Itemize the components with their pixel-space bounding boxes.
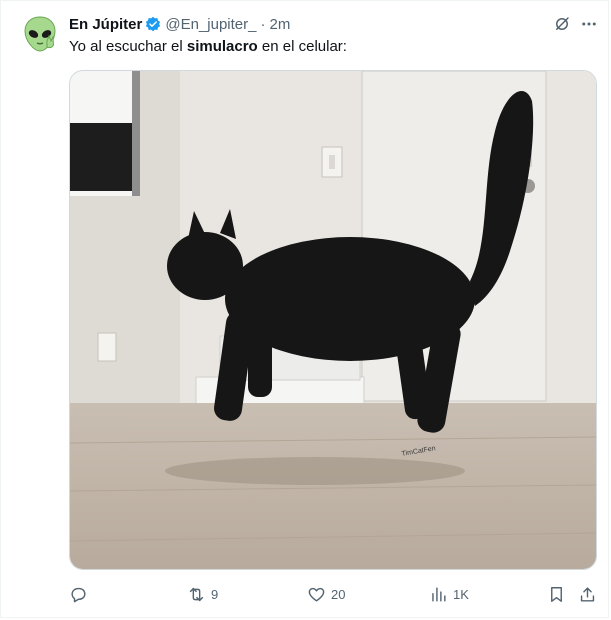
like-count: 20 xyxy=(331,586,346,602)
tweet-text: Yo al escuchar el simulacro en el celula… xyxy=(69,37,347,57)
grok-slash-icon xyxy=(556,17,569,30)
like-button[interactable]: 20 xyxy=(307,583,345,605)
tweet-timestamp[interactable]: 2m xyxy=(269,16,290,33)
heart-icon xyxy=(308,587,325,602)
bookmark-icon xyxy=(551,586,562,602)
views-chart-icon xyxy=(432,586,446,602)
tweet-text-before: Yo al escuchar el xyxy=(69,38,187,55)
tweet-card[interactable]: En Júpiter @En_jupiter_ · 2m Yo al escuc… xyxy=(0,0,609,618)
author-handle[interactable]: @En_jupiter_ xyxy=(165,16,256,33)
retweet-icon xyxy=(189,587,204,601)
share-button[interactable] xyxy=(578,583,597,605)
views-count: 1K xyxy=(453,586,469,602)
grok-button[interactable] xyxy=(551,13,573,35)
retweet-count: 9 xyxy=(211,586,219,602)
views-button[interactable]: 1K xyxy=(429,583,469,605)
bookmark-button[interactable] xyxy=(547,583,566,605)
avatar[interactable] xyxy=(20,14,60,54)
tweet-header: En Júpiter @En_jupiter_ · 2m xyxy=(69,14,290,34)
separator-dot: · xyxy=(260,15,266,33)
author-name[interactable]: En Júpiter xyxy=(69,16,142,33)
retweet-button[interactable]: 9 xyxy=(187,583,218,605)
tweet-text-after: en el celular: xyxy=(257,38,347,55)
alien-emoji-icon xyxy=(24,16,56,52)
action-bar: 9 20 1K xyxy=(61,583,601,605)
reply-button[interactable] xyxy=(69,583,93,605)
verified-badge-icon xyxy=(146,16,161,32)
share-upload-icon xyxy=(580,586,595,602)
reply-bubble-icon xyxy=(71,587,86,602)
cat-photo: TimCatFen xyxy=(70,71,596,569)
more-dots-icon xyxy=(582,22,596,26)
tweet-media-image[interactable]: TimCatFen xyxy=(69,70,597,570)
tweet-text-bold: simulacro xyxy=(186,38,258,55)
more-options-button[interactable] xyxy=(578,13,600,35)
